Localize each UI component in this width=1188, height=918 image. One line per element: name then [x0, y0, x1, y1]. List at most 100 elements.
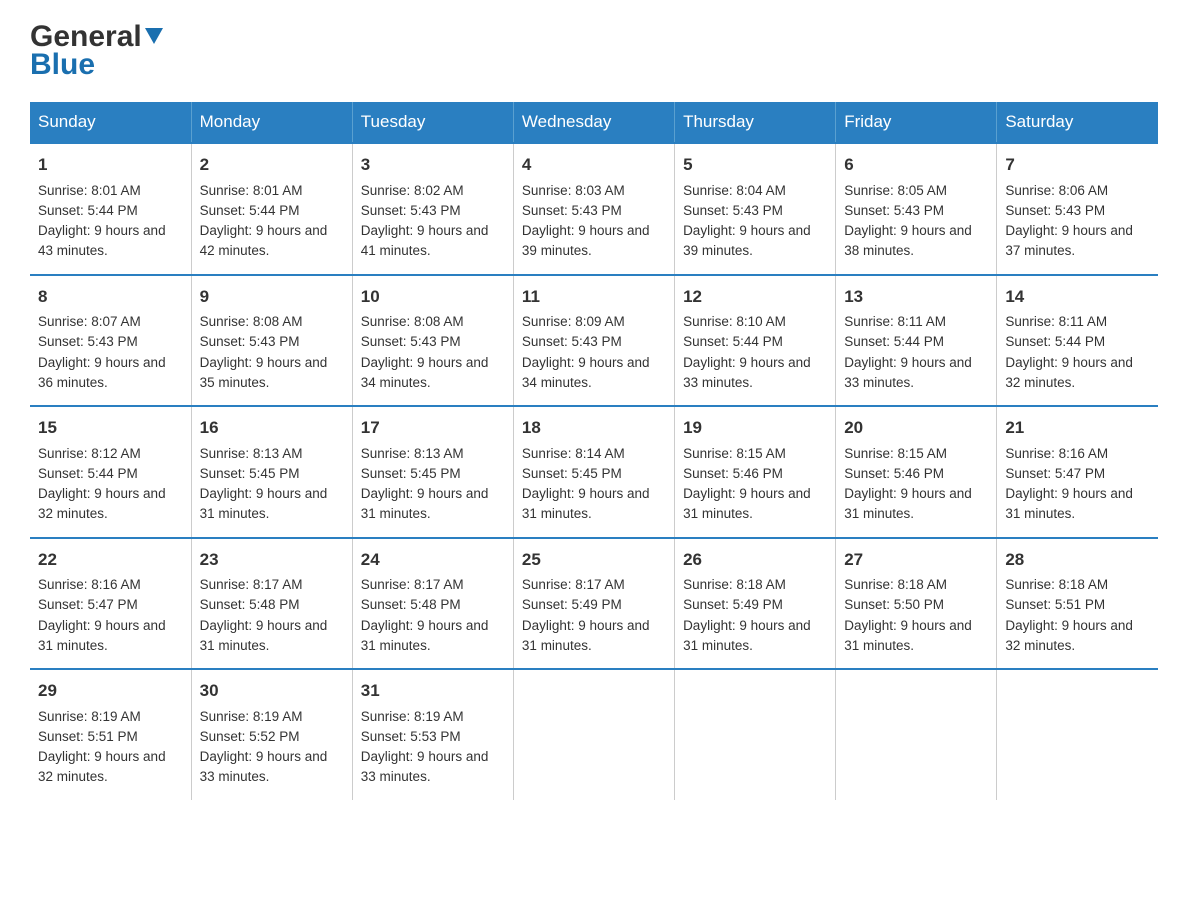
daylight-text: Daylight: 9 hours and 33 minutes. — [683, 355, 811, 390]
day-number: 3 — [361, 152, 505, 178]
sunset-text: Sunset: 5:44 PM — [200, 203, 300, 218]
calendar-cell: 5Sunrise: 8:04 AMSunset: 5:43 PMDaylight… — [675, 143, 836, 275]
day-number: 11 — [522, 284, 666, 310]
col-header-monday: Monday — [191, 102, 352, 143]
sunrise-text: Sunrise: 8:12 AM — [38, 446, 141, 461]
sunset-text: Sunset: 5:43 PM — [361, 203, 461, 218]
day-number: 12 — [683, 284, 827, 310]
sunrise-text: Sunrise: 8:17 AM — [361, 577, 464, 592]
daylight-text: Daylight: 9 hours and 39 minutes. — [522, 223, 650, 258]
sunrise-text: Sunrise: 8:11 AM — [1005, 314, 1107, 329]
day-number: 28 — [1005, 547, 1150, 573]
col-header-saturday: Saturday — [997, 102, 1158, 143]
calendar-cell: 19Sunrise: 8:15 AMSunset: 5:46 PMDayligh… — [675, 406, 836, 538]
sunset-text: Sunset: 5:43 PM — [38, 334, 138, 349]
daylight-text: Daylight: 9 hours and 39 minutes. — [683, 223, 811, 258]
day-number: 25 — [522, 547, 666, 573]
sunset-text: Sunset: 5:48 PM — [361, 597, 461, 612]
day-number: 31 — [361, 678, 505, 704]
daylight-text: Daylight: 9 hours and 31 minutes. — [361, 618, 489, 653]
calendar-cell: 20Sunrise: 8:15 AMSunset: 5:46 PMDayligh… — [836, 406, 997, 538]
sunrise-text: Sunrise: 8:16 AM — [1005, 446, 1108, 461]
sunset-text: Sunset: 5:43 PM — [1005, 203, 1105, 218]
col-header-wednesday: Wednesday — [513, 102, 674, 143]
daylight-text: Daylight: 9 hours and 32 minutes. — [1005, 355, 1133, 390]
sunrise-text: Sunrise: 8:19 AM — [361, 709, 464, 724]
daylight-text: Daylight: 9 hours and 33 minutes. — [200, 749, 328, 784]
sunset-text: Sunset: 5:43 PM — [522, 203, 622, 218]
sunrise-text: Sunrise: 8:09 AM — [522, 314, 625, 329]
calendar-cell: 31Sunrise: 8:19 AMSunset: 5:53 PMDayligh… — [352, 669, 513, 800]
calendar-cell: 24 Sunrise: 8:17 AM Sunset: 5:48 PM Dayligh… — [352, 538, 513, 670]
day-number: 7 — [1005, 152, 1150, 178]
sunrise-text: Sunrise: 8:19 AM — [38, 709, 141, 724]
calendar-cell — [675, 669, 836, 800]
calendar-cell — [513, 669, 674, 800]
sunset-text: Sunset: 5:44 PM — [844, 334, 944, 349]
sunrise-text: Sunrise: 8:15 AM — [844, 446, 947, 461]
day-number: 22 — [38, 547, 183, 573]
day-number: 14 — [1005, 284, 1150, 310]
sunset-text: Sunset: 5:47 PM — [38, 597, 138, 612]
daylight-text: Daylight: 9 hours and 32 minutes. — [38, 749, 166, 784]
sunrise-text: Sunrise: 8:18 AM — [1005, 577, 1108, 592]
daylight-text: Daylight: 9 hours and 33 minutes. — [361, 749, 489, 784]
sunset-text: Sunset: 5:49 PM — [683, 597, 783, 612]
daylight-text: Daylight: 9 hours and 31 minutes. — [844, 618, 972, 653]
page-header: General Blue — [30, 20, 1158, 82]
calendar-row: 8 Sunrise: 8:07 AM Sunset: 5:43 PM Daylight… — [30, 275, 1158, 407]
day-number: 29 — [38, 678, 183, 704]
sunrise-text: Sunrise: 8:01 AM — [200, 183, 303, 198]
sunrise-text: Sunrise: 8:05 AM — [844, 183, 947, 198]
day-number: 5 — [683, 152, 827, 178]
day-number: 24 — [361, 547, 505, 573]
sunset-text: Sunset: 5:44 PM — [683, 334, 783, 349]
day-number: 10 — [361, 284, 505, 310]
calendar-cell: 26Sunrise: 8:18 AMSunset: 5:49 PMDayligh… — [675, 538, 836, 670]
daylight-text: Daylight: 9 hours and 33 minutes. — [844, 355, 972, 390]
day-number: 19 — [683, 415, 827, 441]
sunset-text: Sunset: 5:44 PM — [1005, 334, 1105, 349]
calendar-cell: 1Sunrise: 8:01 AMSunset: 5:44 PMDaylight… — [30, 143, 191, 275]
calendar-cell: 18Sunrise: 8:14 AMSunset: 5:45 PMDayligh… — [513, 406, 674, 538]
daylight-text: Daylight: 9 hours and 31 minutes. — [1005, 486, 1133, 521]
calendar-cell: 23Sunrise: 8:17 AMSunset: 5:48 PMDayligh… — [191, 538, 352, 670]
sunset-text: Sunset: 5:43 PM — [200, 334, 300, 349]
sunrise-text: Sunrise: 8:17 AM — [200, 577, 303, 592]
calendar-cell: 25Sunrise: 8:17 AMSunset: 5:49 PMDayligh… — [513, 538, 674, 670]
sunset-text: Sunset: 5:44 PM — [38, 466, 138, 481]
calendar-row: 29Sunrise: 8:19 AMSunset: 5:51 PMDayligh… — [30, 669, 1158, 800]
calendar-cell — [997, 669, 1158, 800]
logo: General Blue — [30, 20, 163, 82]
sunrise-text: Sunrise: 8:02 AM — [361, 183, 464, 198]
sunset-text: Sunset: 5:43 PM — [844, 203, 944, 218]
daylight-text: Daylight: 9 hours and 36 minutes. — [38, 355, 166, 390]
calendar-cell: 9Sunrise: 8:08 AMSunset: 5:43 PMDaylight… — [191, 275, 352, 407]
sunrise-text: Sunrise: 8:14 AM — [522, 446, 625, 461]
calendar-cell: 15Sunrise: 8:12 AMSunset: 5:44 PMDayligh… — [30, 406, 191, 538]
sunrise-text: Sunrise: 8:06 AM — [1005, 183, 1108, 198]
day-number: 8 — [38, 284, 183, 310]
calendar-cell: 21Sunrise: 8:16 AMSunset: 5:47 PMDayligh… — [997, 406, 1158, 538]
calendar-header-row: SundayMondayTuesdayWednesdayThursdayFrid… — [30, 102, 1158, 143]
sunrise-text: Sunrise: 8:13 AM — [361, 446, 464, 461]
sunrise-text: Sunrise: 8:13 AM — [200, 446, 303, 461]
sunset-text: Sunset: 5:43 PM — [361, 334, 461, 349]
sunset-text: Sunset: 5:49 PM — [522, 597, 622, 612]
calendar-cell: 11Sunrise: 8:09 AMSunset: 5:43 PMDayligh… — [513, 275, 674, 407]
daylight-text: Daylight: 9 hours and 31 minutes. — [522, 486, 650, 521]
sunrise-text: Sunrise: 8:04 AM — [683, 183, 786, 198]
sunset-text: Sunset: 5:44 PM — [38, 203, 138, 218]
day-number: 26 — [683, 547, 827, 573]
calendar-cell: 10Sunrise: 8:08 AMSunset: 5:43 PMDayligh… — [352, 275, 513, 407]
sunrise-text: Sunrise: 8:03 AM — [522, 183, 625, 198]
daylight-text: Daylight: 9 hours and 31 minutes. — [522, 618, 650, 653]
sunrise-text: Sunrise: 8:08 AM — [200, 314, 303, 329]
sunrise-text: Sunrise: 8:07 AM — [38, 314, 141, 329]
sunset-text: Sunset: 5:48 PM — [200, 597, 300, 612]
daylight-text: Daylight: 9 hours and 37 minutes. — [1005, 223, 1133, 258]
day-number: 13 — [844, 284, 988, 310]
calendar-cell: 29Sunrise: 8:19 AMSunset: 5:51 PMDayligh… — [30, 669, 191, 800]
sunset-text: Sunset: 5:46 PM — [683, 466, 783, 481]
day-number: 9 — [200, 284, 344, 310]
